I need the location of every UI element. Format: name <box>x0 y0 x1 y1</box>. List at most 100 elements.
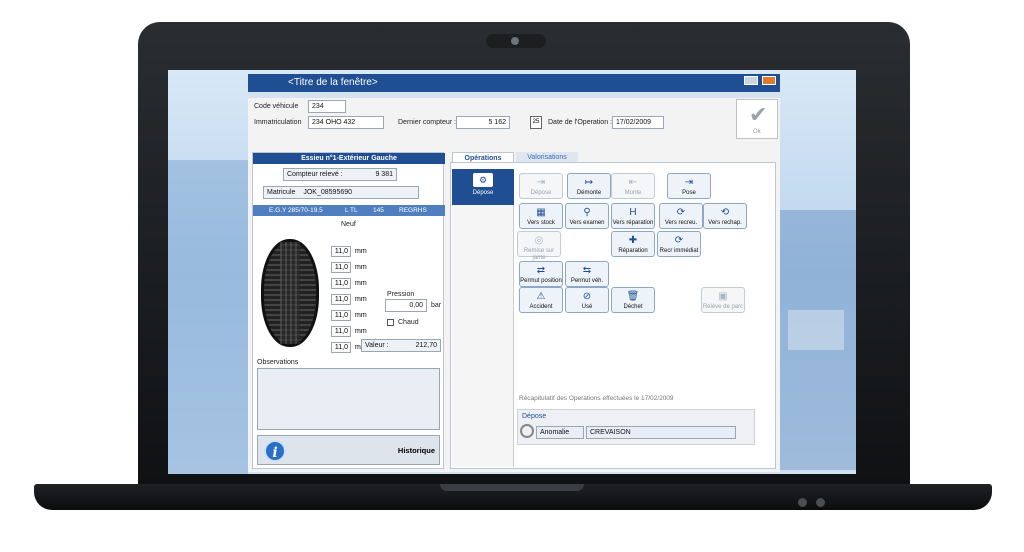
operation-button[interactable]: ⚠ Accident <box>519 287 563 313</box>
webcam <box>486 34 546 48</box>
tire-operation-icon: ⇥ <box>536 177 546 188</box>
valeur-label: Valeur : <box>365 342 389 349</box>
depth-value[interactable]: 11,0 <box>331 246 351 257</box>
tire-spec-bar: E.G.Y 285/70-19.5 L TL 145 REGRHS <box>253 205 445 216</box>
minimize-icon[interactable] <box>744 76 758 85</box>
checkmark-icon: ✔ <box>749 102 768 127</box>
operation-label: Vers rechap. <box>708 220 742 226</box>
close-icon[interactable] <box>762 76 776 85</box>
immatriculation-field[interactable]: 234 OHO 432 <box>308 116 384 129</box>
operation-button[interactable]: ⇥ Pose <box>667 173 711 199</box>
compteur-releve-field[interactable]: Compteur relevé : 9 381 <box>283 168 397 181</box>
operation-label: Permut véh. <box>570 278 604 284</box>
operation-label: Vers examen <box>569 220 605 226</box>
operation-label: Relève de parc <box>702 304 744 310</box>
tire-operation-icon: ⟳ <box>674 235 684 246</box>
depth-unit: mm <box>355 312 367 319</box>
depth-value[interactable]: 11,0 <box>331 262 351 273</box>
chaud-label: Chaud <box>398 319 419 326</box>
operation-button[interactable]: ⟳ Recr immédiat <box>657 231 701 257</box>
tire-operation-icon: ⚠ <box>536 291 546 302</box>
tire-brand: E.G.Y 285/70-19.5 <box>269 207 323 214</box>
tire-operation-icon: ⇥ <box>684 177 694 188</box>
depth-value[interactable]: 11,0 <box>331 278 351 289</box>
ok-label: Ok <box>753 129 761 135</box>
depth-unit: mm <box>355 248 367 255</box>
operation-label: Permut position <box>520 278 562 284</box>
tire-operation-icon: 🗑 <box>626 291 640 302</box>
tire-wrench-icon: ⚙ <box>473 173 493 187</box>
operation-label: Pose <box>682 190 696 196</box>
operation-button[interactable]: ↦ Démonte <box>567 173 611 199</box>
operation-label: Vers recreu. <box>664 220 698 226</box>
background-truck-windshield <box>788 310 844 350</box>
operation-label: Dépose <box>530 190 552 196</box>
depth-value[interactable]: 11,0 <box>331 294 351 305</box>
tire-operation-icon: ▦ <box>536 207 546 218</box>
historique-label: Historique <box>397 446 435 455</box>
valeur-field[interactable]: Valeur : 212,70 <box>361 339 441 352</box>
operation-label: Démonte <box>576 190 602 196</box>
operation-button[interactable]: ⇄ Permut position <box>519 261 563 287</box>
depth-value[interactable]: 11,0 <box>331 326 351 337</box>
tire-operation-icon: ⟳ <box>676 207 686 218</box>
tire-model: REGRHS <box>399 207 427 214</box>
operation-button[interactable]: ⚲ Vers examen <box>565 203 609 229</box>
etat-label: Neuf <box>341 221 356 228</box>
info-icon: i <box>264 440 286 462</box>
title-bar: <Titre de la fenêtre> <box>248 74 780 92</box>
header-strip <box>248 92 780 98</box>
calendar-icon[interactable]: 25 <box>530 116 542 129</box>
window-title: <Titre de la fenêtre> <box>288 77 378 88</box>
tire-operation-icon: ▣ <box>718 291 728 302</box>
operation-label: Vers stock <box>527 220 555 226</box>
magnifier-icon[interactable] <box>520 424 534 438</box>
operation-button[interactable]: 🗑 Déchet <box>611 287 655 313</box>
tire-index: 145 <box>373 207 384 214</box>
tire-operation-icon: ⟲ <box>720 207 730 218</box>
operations-sidebar: ⚙ Dépose <box>452 169 514 467</box>
tire-panel: Essieu n°1-Extérieur Gauche Compteur rel… <box>252 152 445 469</box>
compteur-releve-label: Compteur relevé : <box>287 171 343 178</box>
date-operation-label: Date de l'Operation : <box>548 119 612 126</box>
operation-button: ◎ Remise sur jante <box>517 231 561 261</box>
sidebar-item-depose[interactable]: ⚙ Dépose <box>452 169 514 205</box>
tire-operation-icon: H <box>629 207 637 218</box>
pression-field[interactable]: 0,00 <box>385 299 427 312</box>
operation-label: Remise sur jante <box>523 248 555 261</box>
operation-button[interactable]: H Vers réparation <box>611 203 655 229</box>
matricule-field[interactable]: Matricule JOK_08595690 <box>263 186 419 199</box>
depth-value[interactable]: 11,0 <box>331 310 351 321</box>
operation-button[interactable]: ✚ Réparation <box>611 231 655 257</box>
operation-button[interactable]: ⟲ Vers rechap. <box>703 203 747 229</box>
operation-button[interactable]: ⟳ Vers recreu. <box>659 203 703 229</box>
historique-button[interactable]: i Historique <box>257 435 440 465</box>
background-truck-left <box>168 160 248 474</box>
ok-button[interactable]: ✔ Ok <box>736 99 778 139</box>
depth-unit: mm <box>355 264 367 271</box>
operation-label: Vers réparation <box>612 220 654 226</box>
operation-label: Recr immédiat <box>659 248 699 254</box>
operation-button[interactable]: ⇆ Permut véh. <box>565 261 609 287</box>
anomalie-value[interactable]: CREVAISON <box>586 426 736 439</box>
operation-button[interactable]: ▦ Vers stock <box>519 203 563 229</box>
code-vehicule-label: Code véhicule <box>254 103 299 110</box>
sidebar-item-label: Dépose <box>472 190 494 196</box>
code-vehicule-field[interactable]: 234 <box>308 100 346 113</box>
operation-label: Déchet <box>623 304 643 310</box>
pression-label: Pression <box>387 291 415 298</box>
tire-operation-icon: ✚ <box>628 235 638 246</box>
depth-value[interactable]: 11,0 <box>331 342 351 353</box>
dernier-compteur-field[interactable]: 5 162 <box>456 116 510 129</box>
operation-button[interactable]: ⊘ Usé <box>565 287 609 313</box>
depth-unit: mm <box>355 296 367 303</box>
tire-operation-icon: ↦ <box>584 177 594 188</box>
observations-textarea[interactable] <box>257 368 440 430</box>
immatriculation-label: Immatriculation <box>254 119 302 126</box>
dernier-compteur-label: Dernier compteur : <box>398 119 456 126</box>
chaud-checkbox[interactable] <box>387 319 394 326</box>
operation-label: Monte <box>624 190 642 196</box>
indicator-light <box>798 498 807 507</box>
date-operation-field[interactable]: 17/02/2009 <box>612 116 664 129</box>
laptop-notch <box>440 484 584 491</box>
